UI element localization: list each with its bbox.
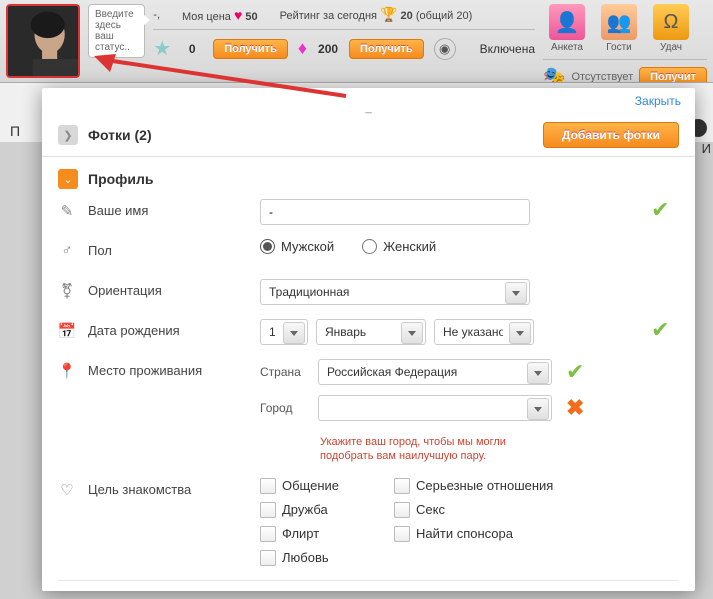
goal-serious-checkbox[interactable]: Серьезные отношения bbox=[394, 478, 574, 494]
calendar-icon: 📅 bbox=[58, 319, 76, 340]
gem-icon: ♦ bbox=[298, 38, 307, 59]
status-input[interactable]: Введите здесь ваш статус.. bbox=[88, 4, 145, 58]
gem-value: 200 bbox=[317, 42, 339, 56]
goal-sponsor-checkbox[interactable]: Найти спонсора bbox=[394, 526, 574, 542]
behind-right-text: И bbox=[702, 141, 711, 156]
get-star-button[interactable]: Получить bbox=[213, 39, 288, 59]
user-avatar[interactable] bbox=[6, 4, 80, 78]
city-sublabel: Город bbox=[260, 401, 310, 415]
gender-female-radio[interactable]: Женский bbox=[362, 239, 436, 254]
add-photos-button[interactable]: Добавить фотки bbox=[543, 122, 679, 148]
profile-modal: Закрыть _ ❯ Фотки (2) Добавить фотки ⌄ П… bbox=[42, 88, 695, 591]
check-icon: ✔ bbox=[651, 199, 679, 221]
goal-label: Цель знакомства bbox=[88, 478, 248, 497]
pin-icon: 📍 bbox=[58, 359, 76, 380]
profile-title: Профиль bbox=[88, 171, 679, 187]
goal-sex-checkbox[interactable]: Секс bbox=[394, 502, 574, 518]
pencil-icon: ✎ bbox=[58, 199, 76, 220]
trophy-icon: 🏆 bbox=[380, 6, 397, 22]
nav-luck[interactable]: ΩУдач bbox=[647, 4, 695, 53]
top-stats: -, Моя цена ♥ 50 Рейтинг за сегодня 🏆 20… bbox=[153, 4, 535, 61]
dob-day-select[interactable]: 1 bbox=[260, 319, 308, 345]
profile-toggle[interactable]: ⌄ bbox=[58, 169, 78, 189]
name-input[interactable] bbox=[260, 199, 530, 225]
profile-card-icon: 👤 bbox=[549, 4, 585, 40]
price-block: Моя цена ♥ 50 bbox=[182, 7, 258, 23]
goal-flirt-checkbox[interactable]: Флирт bbox=[260, 526, 380, 542]
rating-block: Рейтинг за сегодня 🏆 20 (общий 20) bbox=[280, 6, 473, 23]
orientation-icon: ⚧ bbox=[58, 279, 76, 300]
goal-love-checkbox[interactable]: Любовь bbox=[260, 550, 380, 566]
eye-icon[interactable]: ◉ bbox=[434, 38, 456, 60]
absent-label: Отсутствует bbox=[571, 71, 633, 83]
star-value: 0 bbox=[181, 42, 203, 56]
gender-icon: ♂ bbox=[58, 239, 76, 259]
get-gem-button[interactable]: Получить bbox=[349, 39, 424, 59]
photos-title: Фотки (2) bbox=[88, 127, 533, 143]
country-sublabel: Страна bbox=[260, 365, 310, 379]
enabled-label: Включена bbox=[480, 42, 535, 56]
star-icon: ★ bbox=[153, 36, 171, 61]
dob-label: Дата рождения bbox=[88, 319, 248, 338]
nav-anketa[interactable]: 👤Анкета bbox=[543, 4, 591, 53]
heart-outline-icon: ♡ bbox=[58, 478, 76, 499]
check-icon: ✔ bbox=[566, 361, 594, 383]
location-label: Место проживания bbox=[88, 359, 248, 378]
city-hint: Укажите ваш город, чтобы мы могли подобр… bbox=[320, 435, 560, 464]
error-icon: ✖ bbox=[566, 397, 594, 419]
photos-toggle[interactable]: ❯ bbox=[58, 125, 78, 145]
horseshoe-icon: Ω bbox=[653, 4, 689, 40]
check-icon: ✔ bbox=[651, 319, 679, 341]
dob-month-select[interactable]: Январь bbox=[316, 319, 426, 345]
name-label: Ваше имя bbox=[88, 199, 248, 218]
dob-year-select[interactable]: Не указано bbox=[434, 319, 534, 345]
modal-drag-handle[interactable]: _ bbox=[42, 102, 695, 114]
goal-friend-checkbox[interactable]: Дружба bbox=[260, 502, 380, 518]
goal-chat-checkbox[interactable]: Общение bbox=[260, 478, 380, 494]
top-bar: Введите здесь ваш статус.. -, Моя цена ♥… bbox=[0, 0, 713, 82]
orientation-label: Ориентация bbox=[88, 279, 248, 298]
city-select[interactable] bbox=[318, 395, 552, 421]
country-select[interactable]: Российская Федерация bbox=[318, 359, 552, 385]
guests-icon: 👥 bbox=[601, 4, 637, 40]
nav-guests[interactable]: 👥Гости bbox=[595, 4, 643, 53]
greeting-text: -, bbox=[153, 9, 160, 21]
heart-icon: ♥ bbox=[234, 7, 242, 23]
orientation-select[interactable]: Традиционная bbox=[260, 279, 530, 305]
gender-label: Пол bbox=[88, 239, 248, 258]
behind-tab: П bbox=[10, 123, 20, 139]
gender-male-radio[interactable]: Мужской bbox=[260, 239, 334, 254]
